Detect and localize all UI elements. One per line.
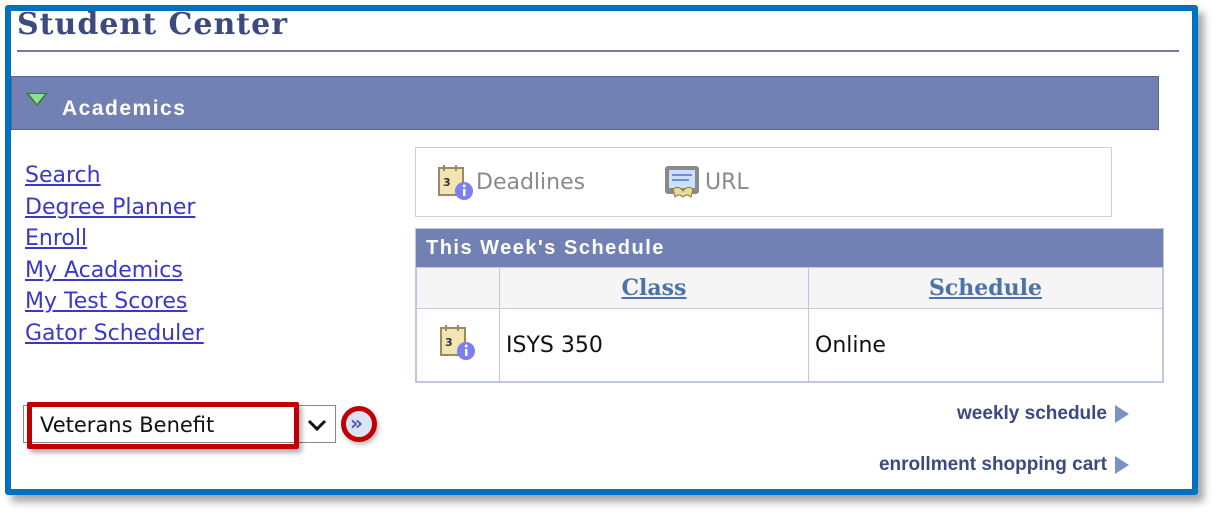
- link-my-test-scores[interactable]: My Test Scores: [25, 286, 204, 318]
- academic-links: Search Degree Planner Enroll My Academic…: [25, 160, 204, 349]
- class-column-header[interactable]: Class: [499, 267, 809, 309]
- weekly-schedule-link[interactable]: weekly schedule: [957, 403, 1129, 425]
- academics-toolbar: 3 Deadlines URL: [415, 147, 1112, 217]
- svg-text:3: 3: [445, 336, 453, 349]
- link-degree-planner[interactable]: Degree Planner: [25, 192, 204, 224]
- url-label: URL: [705, 169, 749, 195]
- schedule-column-header[interactable]: Schedule: [808, 267, 1163, 309]
- shopping-cart-label: enrollment shopping cart: [878, 454, 1107, 475]
- section-label: Academics: [62, 97, 187, 120]
- weekly-schedule-panel: This Week's Schedule Class Schedule 3 IS…: [415, 228, 1164, 383]
- deadlines-button[interactable]: 3 Deadlines: [436, 164, 585, 200]
- calendar-info-icon[interactable]: 3: [438, 323, 478, 361]
- class-cell: ISYS 350: [499, 308, 809, 382]
- weekly-schedule-label: weekly schedule: [957, 403, 1107, 424]
- schedule-table: Class Schedule 3 ISYS 350 Online: [416, 267, 1163, 382]
- schedule-cell: Online: [808, 308, 1163, 382]
- table-row: 3 ISYS 350 Online: [416, 308, 1163, 382]
- table-header-row: Class Schedule: [416, 267, 1163, 309]
- sort-class-link[interactable]: Class: [622, 275, 687, 301]
- link-my-academics[interactable]: My Academics: [25, 255, 204, 287]
- chevron-down-icon[interactable]: [303, 409, 331, 439]
- expand-triangle-fill: [29, 94, 45, 104]
- page-title: Student Center: [17, 7, 289, 42]
- calendar-info-icon: 3: [438, 165, 473, 200]
- double-chevron-right-icon: »: [350, 411, 363, 435]
- url-button[interactable]: URL: [661, 164, 749, 200]
- icon-column-header: [416, 267, 500, 309]
- row-icon-cell[interactable]: 3: [416, 308, 500, 382]
- arrow-right-icon: [1115, 456, 1129, 474]
- arrow-right-icon: [1115, 405, 1129, 423]
- title-divider: [17, 50, 1179, 52]
- link-enroll[interactable]: Enroll: [25, 223, 204, 255]
- sort-schedule-link[interactable]: Schedule: [929, 275, 1042, 301]
- go-button[interactable]: »: [341, 406, 377, 442]
- svg-text:3: 3: [443, 176, 451, 189]
- schedule-title: This Week's Schedule: [416, 229, 1163, 267]
- link-gator-scheduler[interactable]: Gator Scheduler: [25, 318, 204, 350]
- annotation-highlight-box: [27, 402, 299, 449]
- deadlines-label: Deadlines: [476, 169, 586, 195]
- academics-section-header[interactable]: Academics: [11, 76, 1159, 130]
- shopping-cart-link[interactable]: enrollment shopping cart: [879, 454, 1129, 476]
- link-search[interactable]: Search: [25, 160, 204, 192]
- url-book-icon: [665, 166, 699, 198]
